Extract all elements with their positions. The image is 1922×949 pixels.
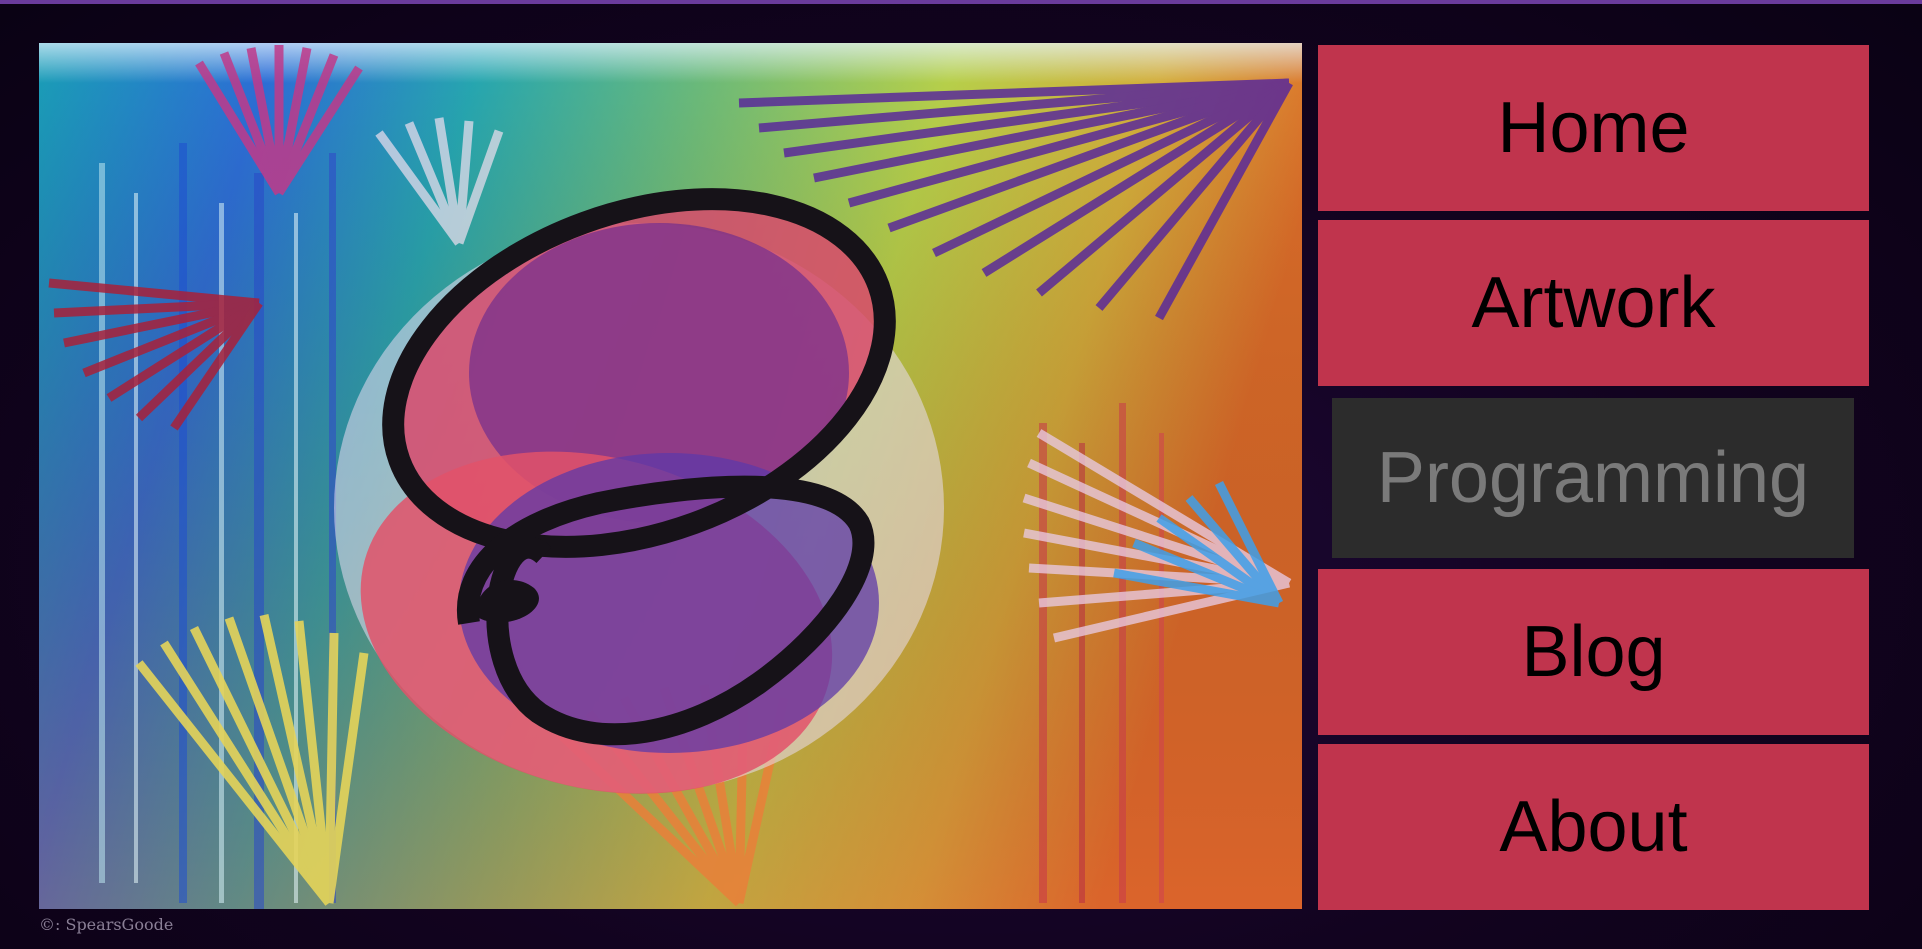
top-accent-bar xyxy=(0,0,1922,4)
nav-artwork-button[interactable]: Artwork xyxy=(1318,220,1869,386)
main-navigation: Home Artwork Programming Blog About xyxy=(1318,45,1869,911)
image-credit: ©: SpearsGoode xyxy=(39,915,174,934)
nav-about-button[interactable]: About xyxy=(1318,744,1869,910)
hero-artwork-image xyxy=(39,43,1302,909)
nav-home-button[interactable]: Home xyxy=(1318,45,1869,211)
nav-programming-button[interactable]: Programming xyxy=(1332,398,1854,558)
nav-blog-button[interactable]: Blog xyxy=(1318,569,1869,735)
